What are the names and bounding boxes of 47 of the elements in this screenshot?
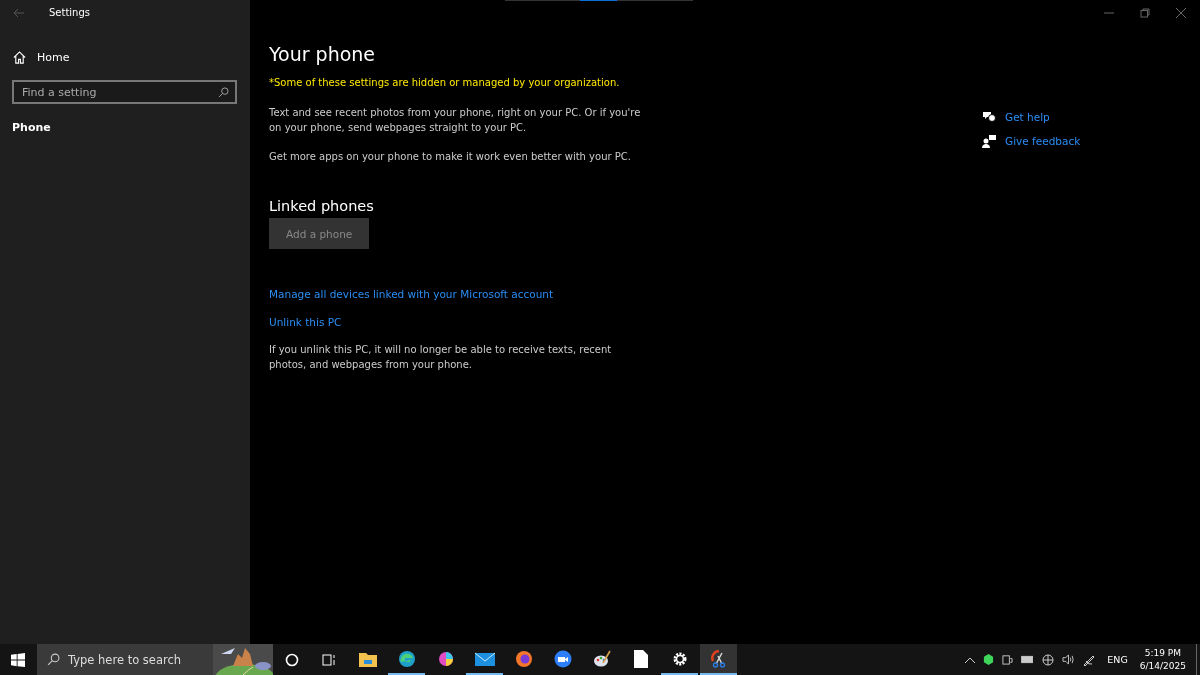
taskbar-search-input[interactable]: Type here to search [68, 652, 205, 667]
nav-item[interactable]: Phone [12, 121, 51, 134]
settings-icon [671, 650, 688, 667]
pen-icon[interactable] [1083, 653, 1096, 666]
description-text: Get more apps on your phone to make it work even better with your PC. [269, 150, 631, 164]
window-title: Settings [49, 7, 90, 18]
hexagon-app-tray-icon[interactable] [983, 654, 995, 665]
fox-browser-icon [514, 649, 533, 668]
clock[interactable]: 5:19 PM 6/14/2025 [1139, 646, 1186, 673]
chat-bubbles-icon [982, 110, 996, 124]
blank-file-icon [633, 649, 648, 668]
video-camera-icon [553, 649, 572, 668]
task-view-icon[interactable] [322, 652, 336, 667]
taskbar-search-field[interactable]: Type here to search [37, 644, 273, 675]
globe-network-icon[interactable] [1042, 653, 1055, 666]
taskbar-app-button[interactable] [700, 644, 737, 675]
managed-notice: *Some of these settings are hidden or managed by your organization. [269, 77, 620, 88]
close-icon[interactable] [1176, 8, 1186, 18]
search-icon [47, 653, 60, 666]
color-ball-icon [436, 649, 455, 668]
link[interactable]: Unlink this PC [269, 316, 342, 328]
battery-icon[interactable] [1021, 655, 1035, 664]
device-tray-icon[interactable] [1002, 654, 1014, 665]
language-indicator[interactable]: ENG [1107, 654, 1128, 665]
unlink-note: If you unlink this PC, it will no longer be able to receive texts, recent photos, and webpages from your phone. [269, 343, 613, 372]
search-icon [218, 86, 229, 98]
palette-icon [592, 649, 611, 668]
description-text: Text and see recent photos from your phone, right on your PC. Or if you're on your phone, send webpages straight to your PC. [269, 106, 642, 135]
cortana-circle-icon[interactable] [285, 652, 299, 667]
scissors-icon [709, 649, 728, 668]
help-link[interactable]: Get help [1005, 111, 1050, 123]
windows-start-icon[interactable] [11, 652, 25, 667]
chevron-up-icon[interactable] [965, 656, 976, 663]
folder-icon [358, 650, 377, 667]
link[interactable]: Manage all devices linked with your Microsoft account [269, 288, 554, 300]
help-link[interactable]: Give feedback [1005, 135, 1081, 147]
restore-icon[interactable] [1140, 8, 1150, 18]
home-icon [13, 50, 26, 64]
swirl-browser-icon [397, 649, 416, 668]
search-field[interactable]: Find a setting [12, 80, 237, 104]
home-nav-item[interactable]: Home [12, 44, 237, 70]
search-input[interactable]: Find a setting [22, 85, 218, 99]
mail-icon [474, 650, 495, 667]
page-title: Your phone [269, 43, 376, 65]
section-title: Linked phones [269, 198, 374, 214]
speaker-icon[interactable] [1062, 654, 1076, 665]
person-feedback-icon [982, 134, 996, 148]
